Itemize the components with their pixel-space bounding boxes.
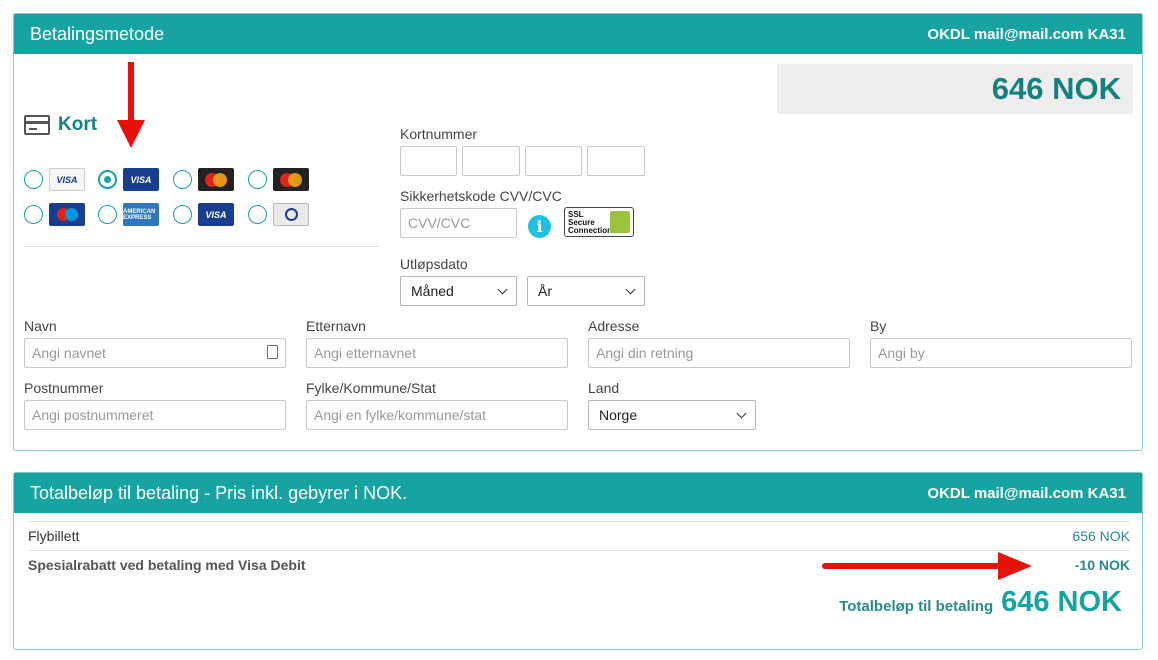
country-value: Norge <box>599 407 638 423</box>
first-name-wrapper <box>24 338 286 368</box>
annotation-arrow-right-icon <box>822 552 1032 580</box>
expiry-year-select[interactable]: År <box>527 276 645 306</box>
postcode-label: Postnummer <box>24 380 104 396</box>
radio-american-express[interactable] <box>98 205 117 224</box>
chevron-down-icon <box>736 408 747 418</box>
chevron-down-icon <box>497 284 508 294</box>
brand-option-mastercard-debit[interactable] <box>173 168 234 191</box>
expiry-label: Utløpsdato <box>400 256 468 272</box>
expiry-month-select[interactable]: Måned <box>400 276 517 306</box>
county-input[interactable] <box>306 400 568 430</box>
county-label: Fylke/Kommune/Stat <box>306 380 436 396</box>
radio-visa-debit[interactable] <box>98 170 117 189</box>
card-section-title: Kort <box>24 114 97 136</box>
line-item-flight: Flybillett 656 NOK <box>28 521 1130 550</box>
expiry-month-value: Måned <box>411 283 454 299</box>
grand-total: Totalbeløp til betaling 646 NOK <box>839 586 1122 619</box>
account-info: OKDL mail@mail.com KA31 <box>927 25 1126 43</box>
payment-method-title: Betalingsmetode <box>30 23 165 44</box>
city-input[interactable] <box>870 338 1132 368</box>
total-amount-title: Totalbeløp til betaling - Pris inkl. geb… <box>30 482 408 503</box>
total-amount-header: Totalbeløp til betaling - Pris inkl. geb… <box>14 473 1142 513</box>
brand-option-visa-credit[interactable]: VISA <box>24 168 85 191</box>
ssl-badge: SSL Secure Connection <box>564 207 634 237</box>
radio-mastercard[interactable] <box>248 170 267 189</box>
line-item-label: Spesialrabatt ved betaling med Visa Debi… <box>28 557 306 573</box>
address-input[interactable] <box>588 338 850 368</box>
mastercard-debit-logo <box>198 168 234 191</box>
visa-electron-logo: VISA <box>198 203 234 226</box>
first-name-input[interactable] <box>24 338 286 368</box>
contact-card-icon <box>267 345 278 359</box>
card-number-part-2[interactable] <box>462 146 520 176</box>
postcode-input[interactable] <box>24 400 286 430</box>
annotation-arrow-down-icon <box>117 62 145 148</box>
payment-method-panel: Betalingsmetode OKDL mail@mail.com KA31 … <box>13 13 1143 451</box>
radio-maestro[interactable] <box>24 205 43 224</box>
first-name-label: Navn <box>24 318 57 334</box>
cvv-label: Sikkerhetskode CVV/CVC <box>400 188 562 204</box>
american-express-logo: AMERICAN EXPRESS <box>123 203 159 226</box>
ssl-badge-text: SSL Secure Connection <box>568 210 612 235</box>
brand-option-visa-electron[interactable]: VISA <box>173 203 234 226</box>
lock-icon <box>610 211 630 233</box>
country-select[interactable]: Norge <box>588 400 756 430</box>
amount-display: 646 NOK <box>777 64 1133 114</box>
brand-option-mastercard[interactable] <box>248 168 309 191</box>
grand-total-value: 646 NOK <box>1001 586 1122 618</box>
brand-option-american-express[interactable]: AMERICAN EXPRESS <box>98 203 159 226</box>
radio-mastercard-debit[interactable] <box>173 170 192 189</box>
line-item-value: 656 NOK <box>1072 528 1130 544</box>
brand-divider <box>24 246 380 247</box>
brand-option-maestro[interactable] <box>24 203 85 226</box>
card-number-label: Kortnummer <box>400 126 478 142</box>
line-item-value: -10 NOK <box>1074 557 1130 573</box>
credit-card-icon <box>24 115 50 135</box>
last-name-input[interactable] <box>306 338 568 368</box>
card-number-part-3[interactable] <box>525 146 582 176</box>
chevron-down-icon <box>625 284 636 294</box>
radio-visa-credit[interactable] <box>24 170 43 189</box>
payment-method-header: Betalingsmetode OKDL mail@mail.com KA31 <box>14 14 1142 54</box>
account-info: OKDL mail@mail.com KA31 <box>927 484 1126 502</box>
radio-visa-electron[interactable] <box>173 205 192 224</box>
last-name-label: Etternavn <box>306 318 366 334</box>
card-number-part-1[interactable] <box>400 146 457 176</box>
line-item-label: Flybillett <box>28 528 80 544</box>
mastercard-logo <box>273 168 309 191</box>
card-title-label: Kort <box>58 114 98 135</box>
card-number-part-4[interactable] <box>587 146 645 176</box>
visa-debit-logo: VISA <box>123 168 159 191</box>
brand-option-diners-club[interactable] <box>248 203 309 226</box>
visa-credit-logo: VISA <box>49 168 85 191</box>
city-label: By <box>870 318 887 334</box>
cvv-input[interactable] <box>400 208 517 238</box>
country-label: Land <box>588 380 620 396</box>
brand-option-visa-debit[interactable]: VISA <box>98 168 159 191</box>
maestro-logo <box>49 203 85 226</box>
expiry-year-value: År <box>538 283 552 299</box>
diners-club-logo <box>273 203 309 226</box>
info-icon[interactable]: i <box>528 215 551 238</box>
address-label: Adresse <box>588 318 640 334</box>
grand-total-label: Totalbeløp til betaling <box>839 598 994 615</box>
radio-diners-club[interactable] <box>248 205 267 224</box>
